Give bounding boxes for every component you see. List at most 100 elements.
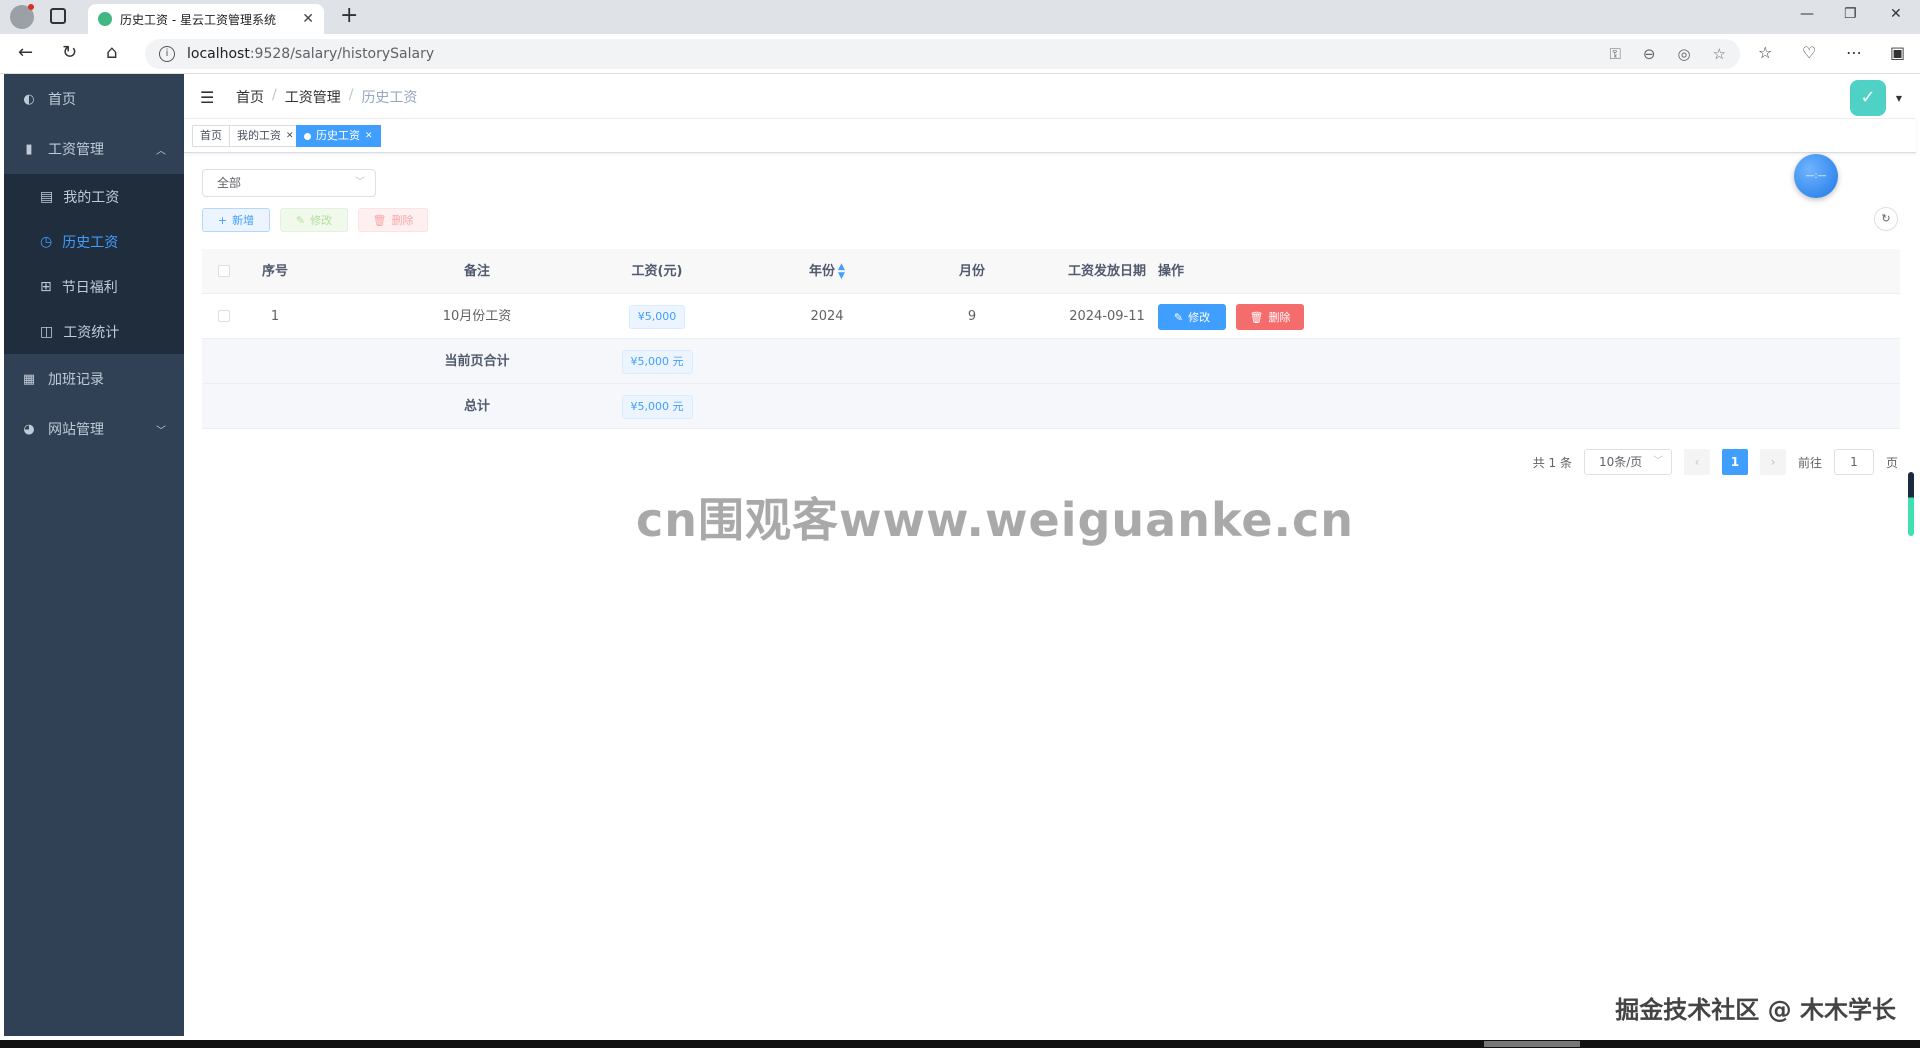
sidebar-item-salary[interactable]: ▮ 工资管理 ︿	[4, 124, 184, 174]
navbar: ☰ 首页 / 工资管理 / 历史工资 ✓ ▼	[184, 74, 1916, 119]
chart-icon: ◫	[40, 323, 54, 340]
row-edit-button[interactable]: ✎ 修改	[1158, 304, 1226, 330]
row-checkbox[interactable]	[218, 310, 230, 322]
more-icon[interactable]: ⋯	[1846, 43, 1862, 62]
globe-icon: ◕	[23, 421, 35, 437]
key-icon[interactable]: ⚿	[1609, 45, 1620, 63]
sidebar-item-salary-stats[interactable]: ◫ 工资统计	[4, 309, 184, 354]
hamburger-icon[interactable]: ☰	[200, 88, 214, 107]
cell-salary: ¥5,000	[582, 294, 732, 339]
tag-label: 我的工资	[237, 129, 281, 142]
favorite-star-icon[interactable]: ☆	[1713, 45, 1726, 63]
delete-button[interactable]: 🗑 删除	[358, 208, 428, 232]
translate-icon[interactable]: ◎	[1677, 45, 1690, 63]
sidebar-item-label: 首页	[48, 92, 76, 108]
browser-tab[interactable]: 历史工资 - 星云工资管理系统 ✕	[88, 4, 324, 34]
sidebar-item-history-salary[interactable]: ◷ 历史工资	[4, 219, 184, 264]
floating-assistant-ball[interactable]: —:—	[1794, 154, 1838, 198]
favorites-icon[interactable]: ☆	[1758, 43, 1772, 62]
reload-icon[interactable]: ↻	[62, 42, 77, 63]
tag-close-icon[interactable]: ✕	[365, 126, 373, 146]
row-edit-label: 修改	[1188, 311, 1211, 324]
url-path: :9528/salary/historySalary	[249, 46, 435, 62]
sidebar-item-label: 加班记录	[48, 372, 104, 388]
filter-select[interactable]: 全部 ﹀	[202, 169, 376, 197]
column-header-salary: 工资(元)	[631, 264, 683, 279]
cell-remark: 10月份工资	[442, 309, 512, 324]
page-sum-label: 当前页合计	[444, 354, 510, 369]
select-all-checkbox[interactable]	[218, 265, 230, 277]
tag-history-salary[interactable]: 历史工资 ✕	[296, 125, 381, 147]
breadcrumb-item[interactable]: 首页	[236, 87, 264, 107]
page-sum-tag: ¥5,000 元	[621, 349, 693, 374]
column-header-index: 序号	[261, 264, 288, 279]
tag-home[interactable]: 首页	[192, 125, 230, 147]
goto-suffix: 页	[1885, 455, 1898, 470]
horizontal-scroll-thumb[interactable]	[1484, 1041, 1580, 1047]
sidebar-item-label: 我的工资	[63, 189, 120, 206]
tag-label: 首页	[200, 129, 222, 142]
new-tab-icon[interactable]: +	[340, 3, 358, 28]
zoom-out-icon[interactable]: ⊖	[1643, 45, 1656, 63]
filter-select-value: 全部	[217, 176, 242, 190]
sidebar-item-home[interactable]: ◐ 首页	[4, 74, 184, 124]
wallet-icon: ▤	[40, 188, 54, 205]
refresh-icon[interactable]: ↻	[1874, 207, 1898, 231]
sidebar-item-label: 节日福利	[61, 279, 118, 296]
breadcrumb-item[interactable]: 工资管理	[285, 87, 341, 107]
prev-page-button[interactable]: ‹	[1683, 449, 1710, 475]
salary-tag: ¥5,000	[628, 304, 686, 329]
close-tab-icon[interactable]: ✕	[302, 11, 314, 27]
restore-icon[interactable]: ❐	[1844, 6, 1857, 22]
trash-icon: 🗑	[1249, 310, 1264, 324]
sidebar-item-site-admin[interactable]: ◕ 网站管理 ﹀	[4, 404, 184, 454]
column-header-remark: 备注	[463, 264, 490, 279]
edit-button[interactable]: ✎ 修改	[280, 208, 348, 232]
tab-actions-icon[interactable]	[50, 8, 66, 24]
user-avatar[interactable]: ✓	[1850, 80, 1886, 116]
juejin-watermark: 掘金技术社区 @ 木木学长	[1615, 996, 1896, 1024]
browser-tabstrip: 历史工资 - 星云工资管理系统 ✕ + — ❐ ✕	[0, 0, 1920, 34]
site-info-icon[interactable]: i	[159, 46, 175, 62]
sidebar-item-overtime[interactable]: ▦ 加班记录	[4, 354, 184, 404]
add-button[interactable]: + 新增	[202, 208, 270, 232]
breadcrumb-separator: /	[348, 87, 354, 103]
sidebar-item-my-salary[interactable]: ▤ 我的工资	[4, 174, 184, 219]
dashboard-icon: ◐	[23, 91, 35, 107]
chevron-down-icon: ﹀	[1652, 456, 1663, 467]
page-number-current[interactable]: 1	[1721, 449, 1748, 475]
caret-down-icon[interactable]: ▼	[1896, 94, 1902, 103]
home-icon[interactable]: ⌂	[106, 42, 117, 63]
column-header-year[interactable]: 年份 ▲ ▼	[742, 249, 912, 294]
goto-page-input[interactable]: 1	[1833, 449, 1874, 475]
url-field[interactable]: i localhost:9528/salary/historySalary ⚿ …	[145, 39, 1740, 69]
sidebar-toggle-icon[interactable]: ▣	[1890, 43, 1905, 62]
total-label: 总计	[463, 399, 490, 414]
sidebar-item-label: 历史工资	[62, 234, 119, 251]
back-icon[interactable]: ←	[18, 42, 33, 63]
tag-close-icon[interactable]: ✕	[286, 126, 294, 146]
extensions-icon[interactable]: ♡	[1802, 43, 1816, 62]
row-delete-button[interactable]: 🗑 删除	[1236, 304, 1304, 330]
vue-favicon-icon	[98, 12, 112, 26]
breadcrumb: 首页 / 工资管理 / 历史工资	[236, 87, 417, 107]
total-tag: ¥5,000 元	[621, 394, 693, 419]
sidebar-item-holiday-benefit[interactable]: ⊞ 节日福利	[4, 264, 184, 309]
edit-icon: ✎	[295, 213, 306, 227]
tag-label: 历史工资	[316, 129, 360, 142]
sort-caret-icon[interactable]: ▲ ▼	[838, 262, 845, 281]
tag-my-salary[interactable]: 我的工资 ✕	[229, 125, 302, 147]
close-window-icon[interactable]: ✕	[1890, 6, 1902, 22]
trash-icon: 🗑	[372, 213, 387, 227]
browser-tab-title: 历史工资 - 星云工资管理系统	[120, 12, 276, 27]
chevron-down-icon: ﹀	[156, 425, 166, 437]
next-page-button[interactable]: ›	[1759, 449, 1786, 475]
chevron-up-icon: ︿	[156, 145, 166, 157]
active-dot-icon	[304, 132, 311, 140]
scroll-indicator[interactable]	[1908, 472, 1914, 536]
total-cell: ¥5,000 元	[582, 384, 732, 429]
chevron-down-icon: ﹀	[355, 177, 365, 188]
minimize-icon[interactable]: —	[1800, 6, 1814, 22]
page-size-select[interactable]: 10条/页 ﹀	[1583, 449, 1672, 475]
pagination-total: 共 1 条	[1532, 455, 1572, 470]
